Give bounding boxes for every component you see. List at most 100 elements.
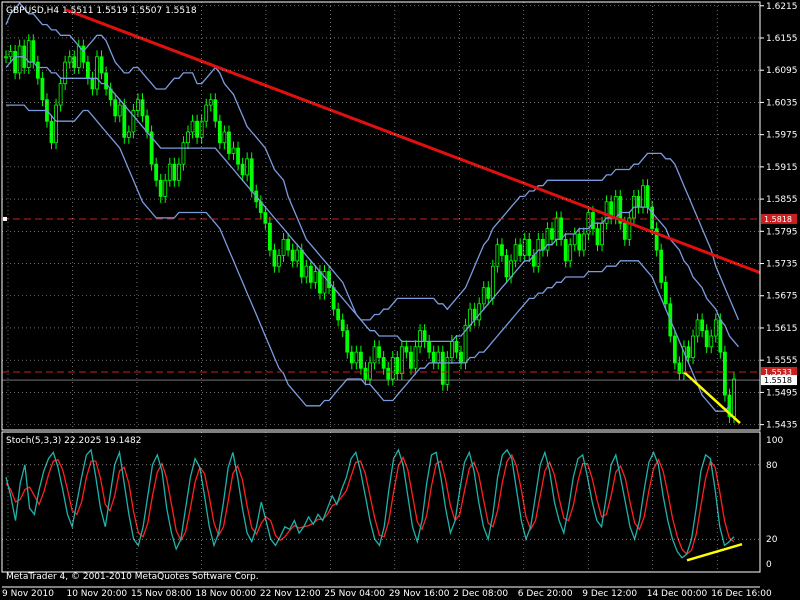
candle-body bbox=[622, 222, 627, 240]
price-tick-label: 1.5975 bbox=[766, 131, 798, 141]
candle-body bbox=[691, 335, 695, 358]
chart-title: GBPUSD,H4 1.5511 1.5519 1.5507 1.5518 bbox=[6, 6, 197, 16]
price-divergence-line bbox=[683, 371, 741, 424]
time-tick-label: 25 Nov 04:00 bbox=[324, 589, 385, 599]
candle-body bbox=[54, 104, 58, 144]
price-tick-label: 1.6095 bbox=[766, 66, 798, 76]
candle-body bbox=[290, 249, 295, 262]
candle-body bbox=[454, 340, 459, 353]
candle-body bbox=[568, 244, 573, 262]
candle-body bbox=[136, 99, 140, 111]
candle-body bbox=[363, 367, 368, 380]
candle-body bbox=[581, 233, 586, 251]
candle-body bbox=[4, 56, 8, 59]
candle-body bbox=[358, 351, 363, 369]
candle-body bbox=[76, 45, 81, 68]
candle-body bbox=[627, 217, 632, 240]
candle-body bbox=[490, 265, 495, 299]
candle-body bbox=[72, 56, 77, 68]
candle-body bbox=[163, 179, 168, 197]
candle-body bbox=[263, 212, 268, 224]
downtrend-line bbox=[65, 8, 761, 275]
candle-body bbox=[354, 351, 359, 364]
price-tick-label: 1.5915 bbox=[766, 163, 798, 173]
candle-body bbox=[40, 77, 45, 101]
copyright-footer: MetaTrader 4, © 2001-2010 MetaQuotes Sof… bbox=[6, 572, 259, 582]
candle-body bbox=[313, 271, 318, 283]
candle-body bbox=[468, 308, 473, 326]
candle-body bbox=[663, 281, 668, 305]
chart-canvas: 1.58181.55331.5518 1.6215 1.6155 1.6095 1.6… bbox=[1, 1, 798, 599]
stochastic-tick-label: 80 bbox=[766, 461, 778, 471]
price-badge-label: 1.5818 bbox=[764, 215, 792, 224]
candle-body bbox=[308, 265, 313, 283]
stochastic-tick-label: 20 bbox=[766, 535, 778, 545]
candle-body bbox=[231, 147, 236, 154]
candle-body bbox=[227, 131, 231, 154]
price-tick-label: 1.5555 bbox=[766, 356, 798, 366]
candle-body bbox=[158, 179, 163, 197]
candle-body bbox=[504, 255, 509, 278]
price-tick-label: 1.5795 bbox=[766, 227, 798, 237]
price-tick-label: 1.6035 bbox=[766, 98, 798, 108]
bollinger-upper-band bbox=[5, 2, 740, 321]
candle-body bbox=[522, 238, 527, 256]
price-panel-frame bbox=[1, 1, 761, 431]
candle-body bbox=[145, 115, 149, 133]
price-panel[interactable]: 1.58181.55331.5518 bbox=[2, 2, 797, 559]
candle-body bbox=[536, 238, 541, 267]
candle-body bbox=[117, 104, 122, 117]
candle-body bbox=[550, 228, 554, 240]
candle-body bbox=[700, 319, 705, 332]
candle-body bbox=[181, 142, 186, 165]
candle-body bbox=[340, 319, 345, 332]
candle-body bbox=[477, 303, 482, 321]
price-tick-label: 1.6155 bbox=[766, 34, 798, 44]
price-tick-label: 1.5495 bbox=[766, 388, 798, 398]
price-tick-label: 1.5675 bbox=[766, 292, 798, 302]
candle-body bbox=[645, 185, 650, 208]
time-tick-label: 15 Nov 08:00 bbox=[131, 589, 192, 599]
candle-body bbox=[732, 378, 736, 417]
price-tick-label: 1.5855 bbox=[766, 195, 798, 205]
candle-body bbox=[527, 238, 532, 256]
candle-body bbox=[686, 346, 691, 358]
candle-body bbox=[572, 233, 577, 246]
candle-body bbox=[704, 330, 709, 348]
candle-body bbox=[723, 351, 727, 396]
candle-body bbox=[518, 244, 523, 256]
stochastic-tick-label: 100 bbox=[766, 436, 783, 446]
candle-body bbox=[436, 351, 441, 364]
candle-body bbox=[277, 255, 281, 267]
candle-body bbox=[422, 330, 427, 342]
candle-body bbox=[613, 195, 618, 219]
candle-body bbox=[641, 185, 645, 208]
candle-body bbox=[104, 72, 108, 90]
candle-body bbox=[486, 287, 491, 299]
candle-body bbox=[563, 238, 568, 262]
candle-body bbox=[672, 335, 677, 364]
candle-body bbox=[459, 351, 463, 364]
time-tick-label: 14 Dec 00:00 bbox=[647, 589, 708, 599]
time-tick-label: 2 Dec 08:00 bbox=[453, 589, 508, 599]
candle-body bbox=[345, 330, 350, 353]
candle-body bbox=[636, 195, 641, 208]
time-tick-label: 9 Nov 2010 bbox=[2, 589, 54, 599]
candle-body bbox=[186, 131, 190, 144]
candle-body bbox=[295, 249, 300, 262]
candle-body bbox=[418, 330, 422, 348]
candle-body bbox=[31, 40, 36, 63]
candle-body bbox=[213, 99, 218, 122]
candle-body bbox=[413, 346, 418, 369]
candle-body bbox=[718, 319, 723, 353]
candle-body bbox=[267, 222, 272, 251]
candle-body bbox=[81, 45, 86, 63]
candle-body bbox=[58, 83, 63, 106]
time-tick-label: 29 Nov 16:00 bbox=[389, 589, 450, 599]
candle-body bbox=[286, 238, 291, 251]
price-badge-label: 1.5518 bbox=[764, 376, 792, 385]
line-anchor-marker bbox=[3, 216, 7, 221]
candle-body bbox=[368, 362, 372, 380]
candle-body bbox=[336, 308, 341, 321]
price-tick-label: 1.5615 bbox=[766, 324, 798, 334]
